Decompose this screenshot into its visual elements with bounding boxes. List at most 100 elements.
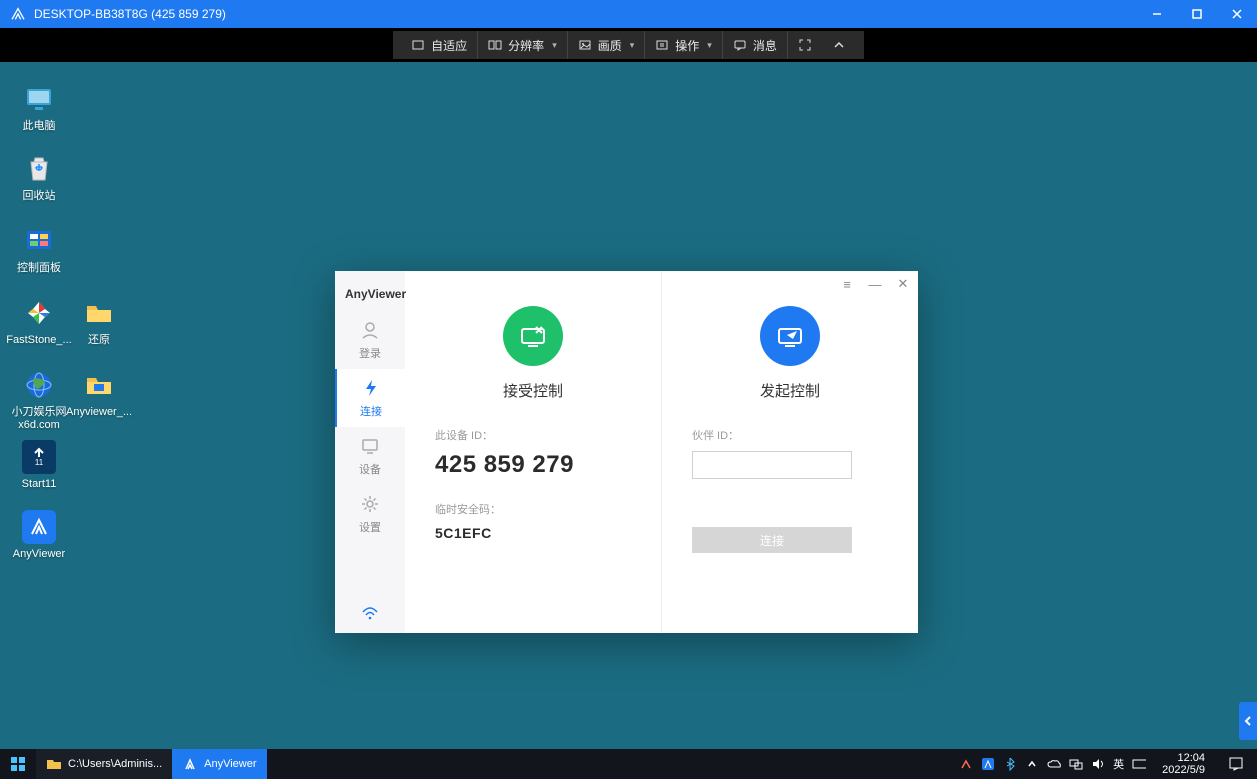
network-icon[interactable] <box>1069 757 1083 771</box>
taskbar-time: 12:04 <box>1162 752 1205 764</box>
quality-icon <box>578 38 592 52</box>
svg-text:11: 11 <box>35 458 44 467</box>
taskbar-item-label: AnyViewer <box>204 758 256 770</box>
nav-settings-label: 设置 <box>359 519 381 535</box>
anyviewer-body: ≡ — ✕ 接受控制 此设备 ID： 425 859 279 临时安全码： 5C… <box>405 271 918 633</box>
nav-connect-label: 连接 <box>360 403 382 419</box>
partner-id-input[interactable] <box>692 451 852 479</box>
desktop-icon-recycle-bin[interactable]: 回收站 <box>4 152 74 203</box>
toolbar-quality-label: 画质 <box>598 37 622 54</box>
folder-icon <box>82 296 116 330</box>
minimize-button[interactable]: — <box>868 277 882 291</box>
onedrive-icon[interactable] <box>1047 757 1061 771</box>
remote-viewer-window: DESKTOP-BB38T8G (425 859 279) 自适应 分辨率 ▾ <box>0 0 1257 779</box>
toolbar-operate-label: 操作 <box>675 37 699 54</box>
recycle-bin-icon <box>22 152 56 186</box>
device-id-label: 此设备 ID： <box>435 427 493 443</box>
maximize-button[interactable] <box>1177 0 1217 28</box>
panel-accept-control: 接受控制 此设备 ID： 425 859 279 临时安全码： 5C1EFC <box>405 271 662 633</box>
start-button[interactable] <box>0 749 36 779</box>
partner-id-label: 伙伴 ID： <box>692 427 739 443</box>
window-controls <box>1137 0 1257 28</box>
security-code-label: 临时安全码： <box>435 501 501 517</box>
desktop-icon-label: 回收站 <box>4 190 74 203</box>
toolbar-fullscreen[interactable] <box>788 31 822 59</box>
connect-button[interactable]: 连接 <box>692 527 852 553</box>
volume-icon[interactable] <box>1091 757 1105 771</box>
minimize-button[interactable] <box>1137 0 1177 28</box>
tray-anyviewer-icon[interactable] <box>981 757 995 771</box>
nav-connect[interactable]: 连接 <box>335 369 405 427</box>
wifi-status-icon <box>360 603 380 623</box>
remote-desktop: 此电脑 回收站 控制面板 FastStone_... 小刀娱乐网x6d.com … <box>0 62 1257 779</box>
taskbar-item-label: C:\Users\Adminis... <box>68 758 162 770</box>
desktop-icon-anyviewer[interactable]: AnyViewer <box>4 510 74 561</box>
window-title: DESKTOP-BB38T8G (425 859 279) <box>34 7 1137 21</box>
toolbar-resolution[interactable]: 分辨率 ▾ <box>478 31 568 59</box>
taskbar-clock[interactable]: 12:04 2022/5/9 <box>1154 752 1213 776</box>
panel-accept-title: 接受控制 <box>503 380 563 401</box>
panel-initiate-title: 发起控制 <box>760 380 820 401</box>
system-tray: 英 12:04 2022/5/9 <box>959 749 1257 779</box>
globe-icon <box>22 368 56 402</box>
nav-settings[interactable]: 设置 <box>335 485 405 543</box>
computer-icon <box>22 82 56 116</box>
nav-device[interactable]: 设备 <box>335 427 405 485</box>
viewer-toolbar: 自适应 分辨率 ▾ 画质 ▾ 操作 ▾ 消息 <box>393 31 864 59</box>
faststone-icon <box>22 296 56 330</box>
user-icon <box>359 319 381 341</box>
desktop-icon-start11[interactable]: 11 Start11 <box>4 440 74 491</box>
monitor-icon <box>359 435 381 457</box>
taskbar-date: 2022/5/9 <box>1162 764 1205 776</box>
chevron-up-icon <box>832 38 846 52</box>
notification-center-button[interactable] <box>1221 749 1251 779</box>
anyviewer-icon <box>22 510 56 544</box>
nav-device-label: 设备 <box>359 461 381 477</box>
toolbar-operate[interactable]: 操作 ▾ <box>645 31 723 59</box>
desktop-icon-label: AnyViewer <box>4 548 74 561</box>
titlebar: DESKTOP-BB38T8G (425 859 279) <box>0 0 1257 28</box>
close-button[interactable]: ✕ <box>896 277 910 291</box>
toolbar-collapse[interactable] <box>822 31 856 59</box>
folder-icon <box>46 756 62 772</box>
chevron-up-icon[interactable] <box>1025 757 1039 771</box>
taskbar-item-anyviewer[interactable]: AnyViewer <box>172 749 266 779</box>
desktop-icon-restore[interactable]: 还原 <box>64 296 134 347</box>
toolbar-quality[interactable]: 画质 ▾ <box>568 31 646 59</box>
app-logo-icon <box>8 4 28 24</box>
desktop-icon-label: Anyviewer_... <box>64 406 134 419</box>
anyviewer-window: AnyViewer 登录 连接 设备 设置 <box>335 271 918 633</box>
ime-indicator[interactable]: 英 <box>1113 757 1124 771</box>
menu-icon[interactable]: ≡ <box>840 277 854 291</box>
control-panel-icon <box>22 224 56 258</box>
toolbar-resolution-label: 分辨率 <box>508 37 544 54</box>
side-panel-toggle[interactable] <box>1239 702 1257 740</box>
anyviewer-brand: AnyViewer <box>345 279 406 311</box>
close-button[interactable] <box>1217 0 1257 28</box>
initiate-control-icon <box>760 306 820 366</box>
fullscreen-icon <box>798 38 812 52</box>
nav-login[interactable]: 登录 <box>335 311 405 369</box>
desktop-icon-label: 此电脑 <box>4 120 74 133</box>
desktop-icon-control-panel[interactable]: 控制面板 <box>4 224 74 275</box>
panel-initiate-control: 发起控制 伙伴 ID： 连接 <box>662 271 918 633</box>
toolbar-message-label: 消息 <box>753 37 777 54</box>
fit-icon <box>411 38 425 52</box>
message-icon <box>733 38 747 52</box>
anyviewer-icon <box>182 756 198 772</box>
desktop-icon-label: Start11 <box>4 478 74 491</box>
bluetooth-icon[interactable] <box>1003 757 1017 771</box>
anyviewer-sidebar: AnyViewer 登录 连接 设备 设置 <box>335 271 405 633</box>
keyboard-icon[interactable] <box>1132 757 1146 771</box>
toolbar-wrap: 自适应 分辨率 ▾ 画质 ▾ 操作 ▾ 消息 <box>0 28 1257 62</box>
toolbar-message[interactable]: 消息 <box>723 31 788 59</box>
desktop-icon-computer[interactable]: 此电脑 <box>4 82 74 133</box>
tray-app-icon[interactable] <box>959 757 973 771</box>
chevron-down-icon: ▾ <box>707 40 712 51</box>
taskbar-item-explorer[interactable]: C:\Users\Adminis... <box>36 749 172 779</box>
bolt-icon <box>360 377 382 399</box>
operate-icon <box>655 38 669 52</box>
desktop-icon-anyviewer-shortcut[interactable]: Anyviewer_... <box>64 368 134 419</box>
desktop-icon-label: 还原 <box>64 334 134 347</box>
toolbar-fit[interactable]: 自适应 <box>401 31 478 59</box>
